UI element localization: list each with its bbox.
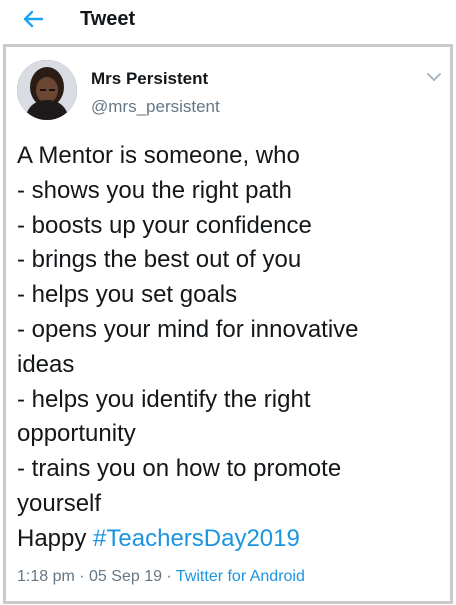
tweet-line: - brings the best out of you [17, 246, 302, 274]
author-handle[interactable]: @mrs_persistent [91, 96, 220, 118]
tweet-closing-line: Happy #TeachersDay2019 [17, 522, 437, 557]
hashtag-link[interactable]: #TeachersDay2019 [93, 525, 300, 552]
avatar-image [17, 60, 77, 120]
tweet-metadata: 1:18 pm · 05 Sep 19 · Twitter for Androi… [17, 566, 305, 588]
tweet-time: 1:18 pm [17, 568, 75, 585]
tweet-line: - opens your mind for innovative [17, 315, 359, 343]
top-bar: Tweet [0, 0, 456, 40]
tweet-line: yourself [17, 489, 102, 517]
back-button[interactable] [18, 6, 48, 32]
tweet-text: A Mentor is someone, who - shows you the… [17, 139, 437, 557]
page-title: Tweet [80, 8, 136, 30]
closing-text: Happy [17, 524, 94, 552]
author-name[interactable]: Mrs Persistent [91, 68, 208, 90]
tweet-line: - helps you identify the right [17, 385, 311, 413]
tweet-date: 05 Sep 19 [89, 568, 162, 585]
tweet-card: Mrs Persistent @mrs_persistent A Mentor … [3, 44, 453, 604]
chevron-down-icon[interactable] [426, 71, 442, 83]
tweet-line: A Mentor is someone, who [17, 142, 300, 169]
tweet-line: - shows you the right path [17, 176, 292, 204]
tweet-line: opportunity [17, 420, 136, 448]
tweet-line: - helps you set goals [17, 281, 238, 309]
tweet-source-link[interactable]: Twitter for Android [176, 568, 305, 585]
back-arrow-icon [23, 10, 44, 28]
tweet-line: - trains you on how to promote [17, 455, 342, 483]
tweet-line: ideas [17, 350, 75, 378]
avatar[interactable] [17, 60, 77, 120]
meta-separator: · [74, 568, 90, 585]
tweet-line: - boosts up your confidence [17, 211, 312, 239]
meta-separator: · [161, 568, 176, 585]
